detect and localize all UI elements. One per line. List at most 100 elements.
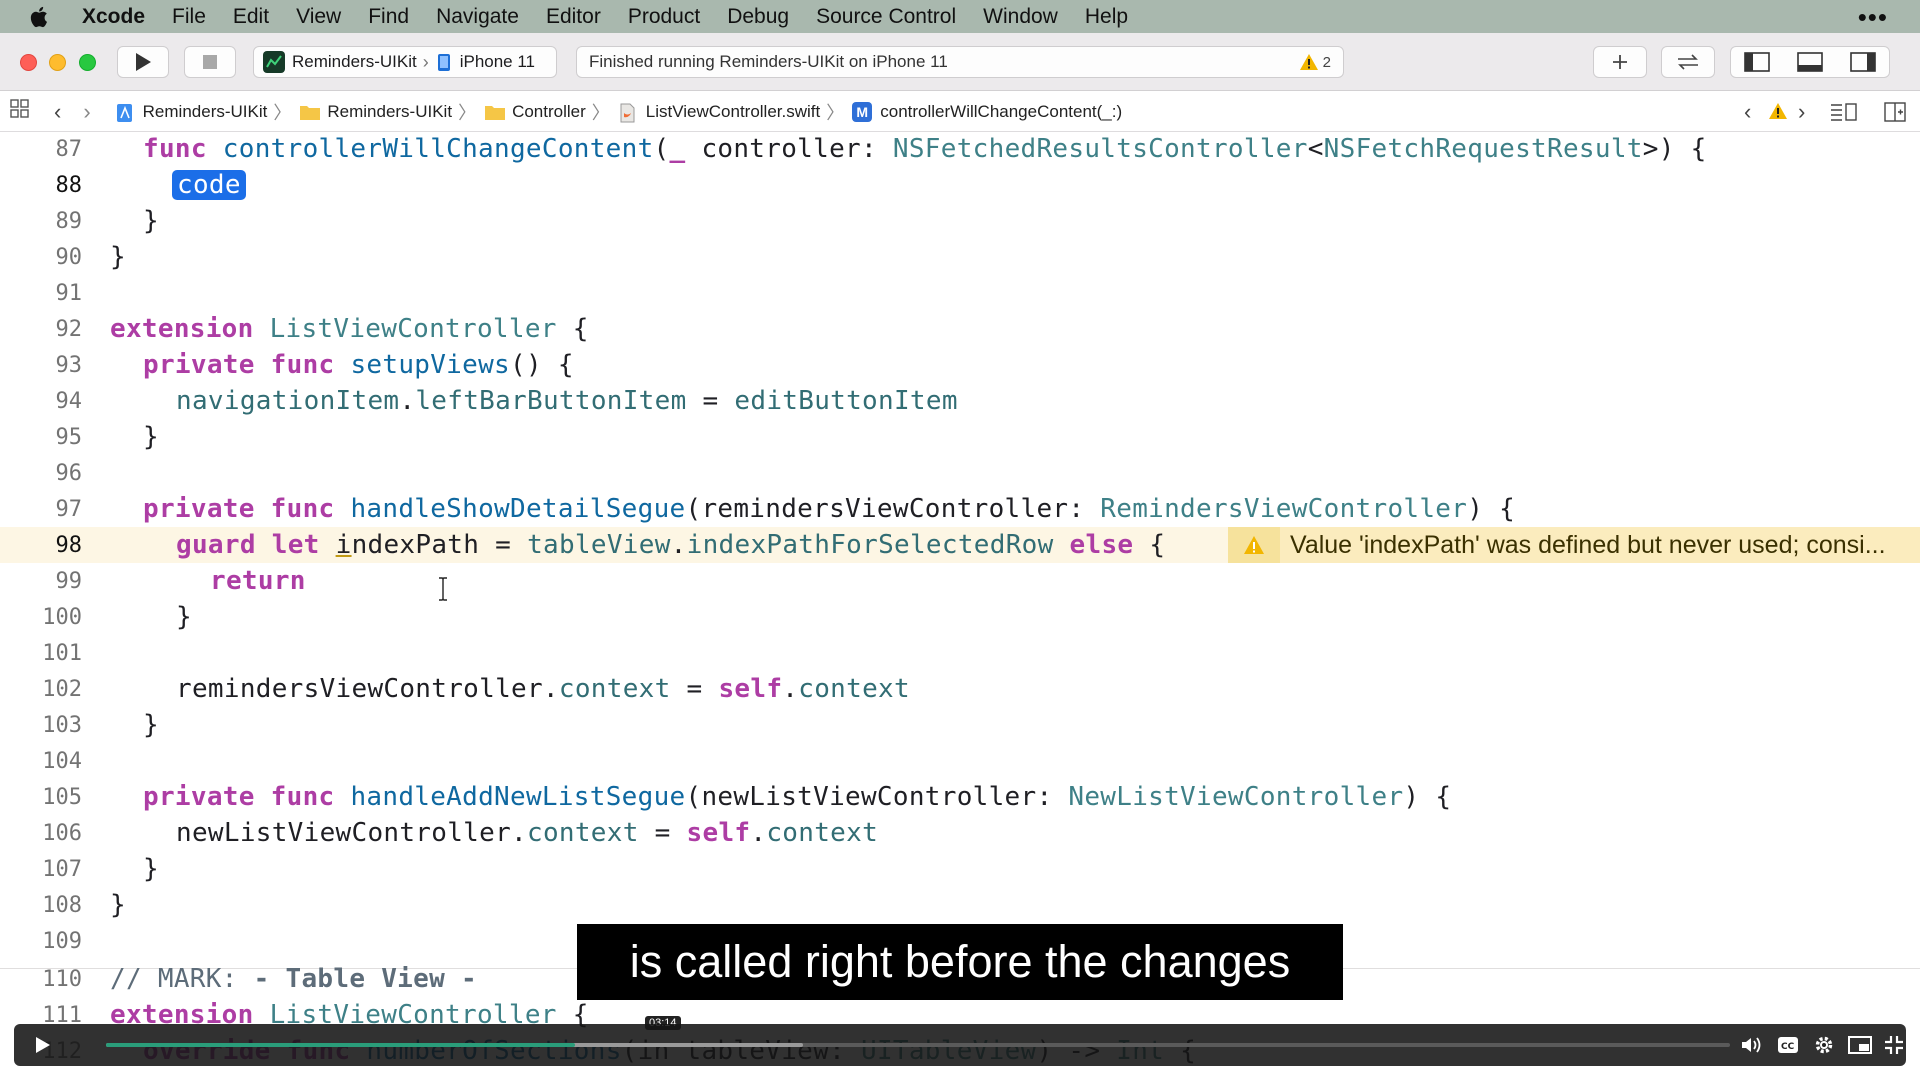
editor-options-icon[interactable] <box>1830 102 1858 127</box>
chevron-right-icon: 〉 <box>273 102 292 123</box>
menu-file[interactable]: File <box>172 5 206 29</box>
line-number: 106 <box>42 820 82 846</box>
line-number: 96 <box>55 460 83 486</box>
previous-issue-icon[interactable]: ‹ <box>1744 99 1751 125</box>
apple-logo-icon[interactable] <box>30 5 52 29</box>
video-play-button[interactable] <box>32 1035 52 1060</box>
line-number: 89 <box>55 208 83 234</box>
forward-arrow-icon[interactable]: › <box>83 99 90 125</box>
menu-window[interactable]: Window <box>983 5 1058 29</box>
code-line: 87 func controllerWillChangeContent(_ co… <box>0 133 1920 167</box>
line-number: 107 <box>42 856 82 882</box>
add-editor-icon[interactable] <box>1884 102 1906 127</box>
menubar-overflow-icon[interactable]: ••• <box>1858 2 1888 33</box>
code-review-button[interactable] <box>1661 46 1715 78</box>
code-placeholder-token[interactable]: code <box>172 170 246 200</box>
menu-edit[interactable]: Edit <box>233 5 269 29</box>
line-number: 93 <box>55 352 83 378</box>
line-number: 92 <box>55 316 83 342</box>
inline-warning-banner[interactable]: Value 'indexPath' was defined but never … <box>1228 527 1920 563</box>
settings-gear-icon[interactable] <box>1812 1034 1836 1056</box>
volume-icon[interactable] <box>1740 1034 1764 1056</box>
zoom-window-button[interactable] <box>79 54 96 71</box>
code-text: } <box>143 422 159 452</box>
code-text: // MARK: - Table View - <box>110 964 477 994</box>
related-items-icon[interactable] <box>10 99 30 124</box>
menu-debug[interactable]: Debug <box>727 5 789 29</box>
play-icon <box>36 1037 50 1053</box>
run-button[interactable] <box>117 46 169 78</box>
chevron-right-icon: 〉 <box>591 102 610 123</box>
iphone-icon <box>435 52 453 72</box>
menu-source-control[interactable]: Source Control <box>816 5 956 29</box>
code-text: return <box>210 566 306 596</box>
line-number: 104 <box>42 748 82 774</box>
menu-product[interactable]: Product <box>628 5 700 29</box>
back-arrow-icon[interactable]: ‹ <box>54 99 61 125</box>
code-line: 101 <box>0 635 1920 671</box>
code-text: navigationItem.leftBarButtonItem = editB… <box>176 386 958 416</box>
code-line: 99 return <box>0 563 1920 599</box>
warning-triangle-icon <box>1228 527 1280 563</box>
menu-help[interactable]: Help <box>1085 5 1128 29</box>
code-line: 89 } <box>0 203 1920 239</box>
code-line: 103 } <box>0 707 1920 743</box>
panel-toggle-group <box>1730 46 1890 78</box>
svg-text:CC: CC <box>1781 1042 1795 1052</box>
menu-navigate[interactable]: Navigate <box>436 5 519 29</box>
minimize-window-button[interactable] <box>49 54 66 71</box>
code-line: 97 private func handleShowDetailSegue(re… <box>0 491 1920 527</box>
stop-icon <box>203 55 217 69</box>
scheme-selector[interactable]: Reminders-UIKit › iPhone 11 <box>253 46 557 78</box>
navigator-toggle-icon[interactable] <box>1731 52 1782 72</box>
code-text: } <box>110 242 126 272</box>
folder-icon <box>484 103 506 121</box>
line-number: 108 <box>42 892 82 918</box>
menu-view[interactable]: View <box>296 5 341 29</box>
code-line: 106 newListViewController.context = self… <box>0 815 1920 851</box>
inspector-toggle-icon[interactable] <box>1838 52 1889 72</box>
breadcrumb-method[interactable]: M controllerWillChangeContent(_:) <box>852 101 1122 122</box>
code-text: private func handleAddNewListSegue(newLi… <box>143 782 1452 812</box>
issue-warning-icon[interactable] <box>1768 102 1788 125</box>
next-issue-icon[interactable]: › <box>1798 99 1805 125</box>
destination-name[interactable]: iPhone 11 <box>460 52 535 72</box>
line-number: 98 <box>55 532 83 558</box>
code-line: 96 <box>0 455 1920 491</box>
warning-triangle-icon <box>1299 54 1318 70</box>
code-text: } <box>110 890 126 920</box>
code-line: 88 code <box>0 167 1920 203</box>
close-window-button[interactable] <box>20 54 37 71</box>
code-line: 91 <box>0 275 1920 311</box>
code-text: guard let indexPath = tableView.indexPat… <box>176 530 1166 560</box>
menu-editor[interactable]: Editor <box>546 5 601 29</box>
chevron-right-icon: 〉 <box>458 102 477 123</box>
closed-captions-icon[interactable]: CC <box>1776 1034 1800 1056</box>
code-text: } <box>143 710 159 740</box>
line-number: 87 <box>55 136 83 162</box>
warning-message: Value 'indexPath' was defined but never … <box>1290 530 1886 559</box>
library-button[interactable] <box>1593 46 1647 78</box>
picture-in-picture-icon[interactable] <box>1848 1034 1872 1056</box>
exit-fullscreen-icon[interactable] <box>1882 1034 1906 1056</box>
plus-icon <box>1613 55 1627 69</box>
debug-area-toggle-icon[interactable] <box>1782 52 1837 72</box>
code-line: 93 private func setupViews() { <box>0 347 1920 383</box>
menu-find[interactable]: Find <box>368 5 409 29</box>
menu-app-name[interactable]: Xcode <box>82 5 145 29</box>
code-line: 105 private func handleAddNewListSegue(n… <box>0 779 1920 815</box>
chevron-right-icon: › <box>422 51 429 72</box>
breadcrumb-group[interactable]: Reminders-UIKit <box>299 102 452 122</box>
warning-count-badge[interactable]: 2 <box>1299 53 1331 71</box>
line-number: 97 <box>55 496 83 522</box>
line-number: 109 <box>42 928 82 954</box>
scheme-name[interactable]: Reminders-UIKit <box>292 52 417 72</box>
video-progress-bar[interactable] <box>106 1043 1730 1047</box>
chevron-right-icon: 〉 <box>826 102 845 123</box>
breadcrumb-file[interactable]: ListViewController.swift <box>618 102 820 122</box>
method-badge-icon: M <box>852 101 873 122</box>
breadcrumb-project[interactable]: Reminders-UIKit <box>115 102 267 122</box>
warning-count: 2 <box>1322 53 1331 71</box>
breadcrumb-folder[interactable]: Controller <box>484 102 586 122</box>
stop-button[interactable] <box>184 46 236 78</box>
